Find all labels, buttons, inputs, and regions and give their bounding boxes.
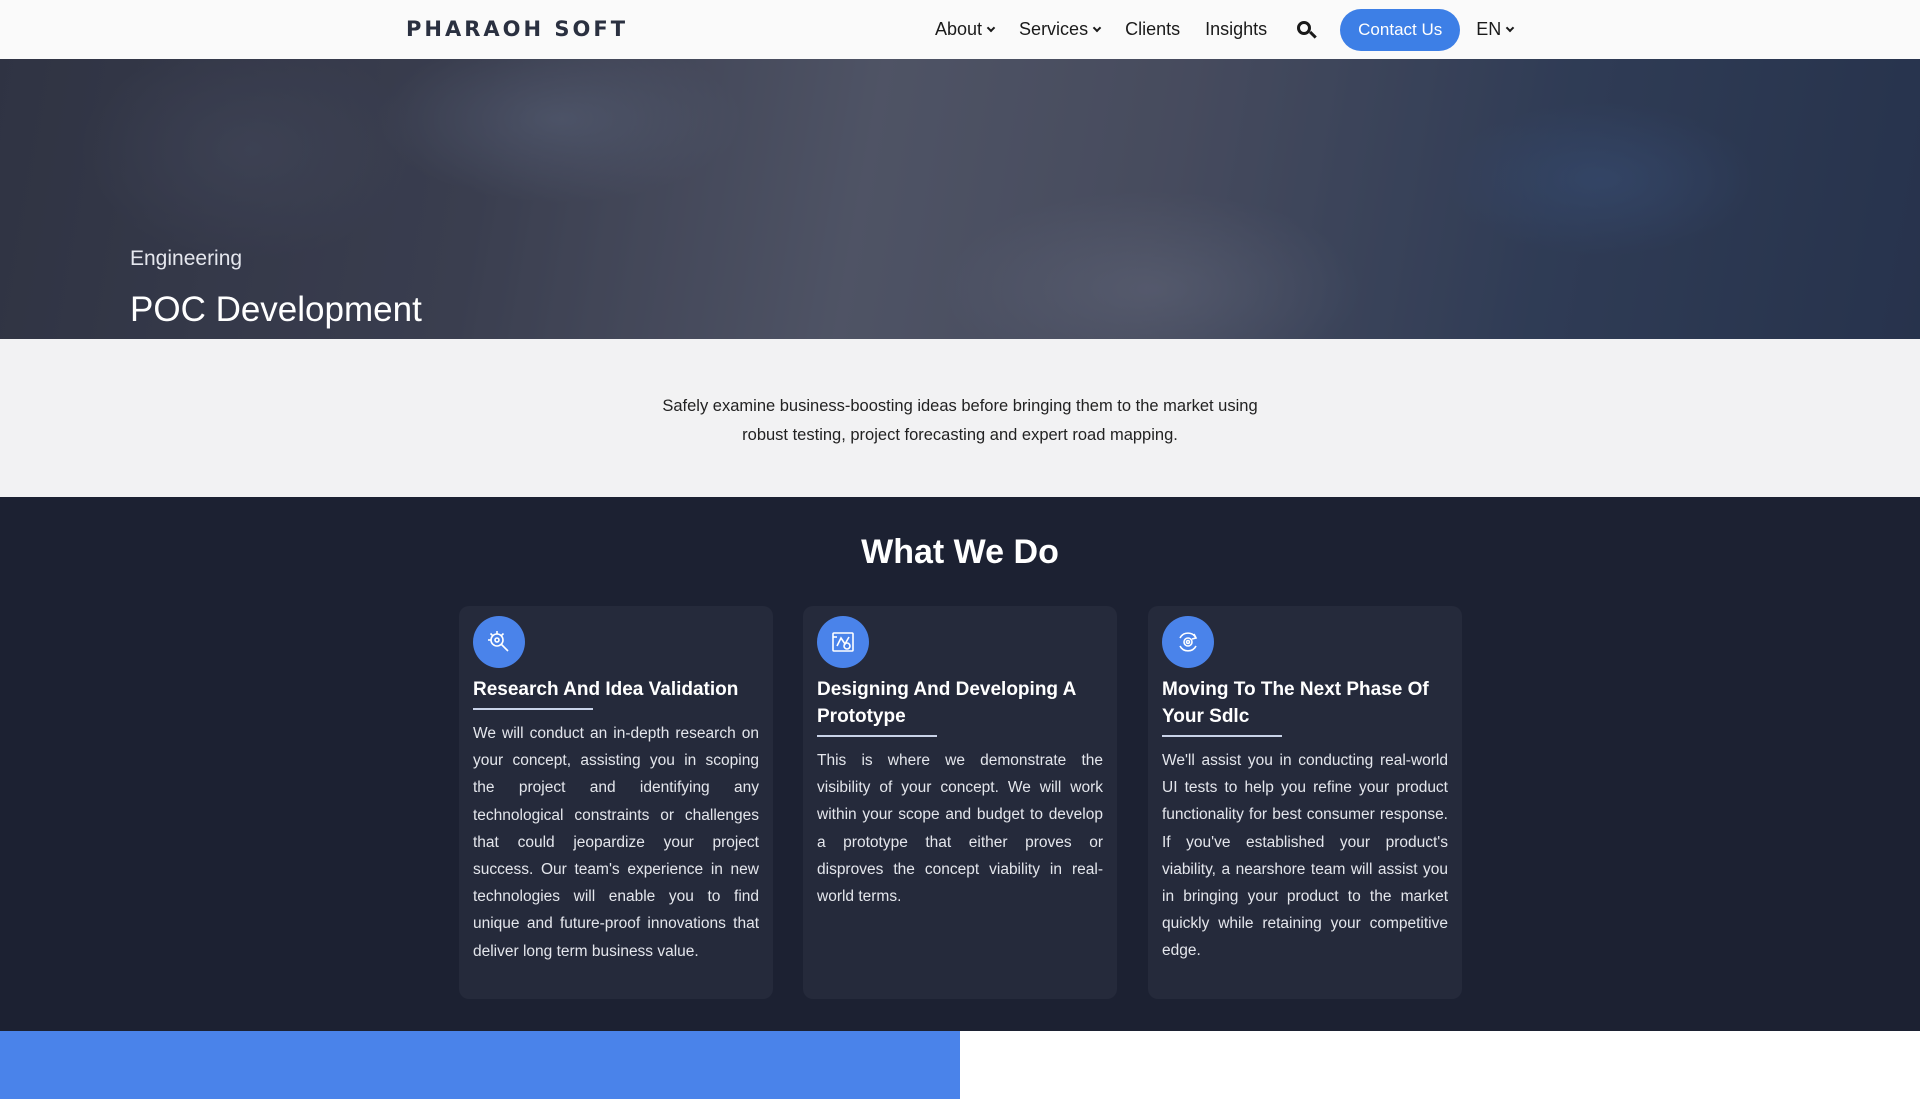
top-navbar: PHARAOH SOFT About Services Clients Insi… bbox=[0, 0, 1920, 59]
card-text: This is where we demonstrate the visibil… bbox=[817, 752, 1103, 906]
bottom-white-panel bbox=[960, 1031, 1920, 1099]
page-title: POC Development bbox=[130, 290, 422, 329]
nav-item-label: Clients bbox=[1125, 19, 1181, 39]
nav-item-services[interactable]: Services bbox=[1019, 19, 1102, 40]
chevron-down-icon bbox=[1092, 23, 1102, 32]
intro-text: Safely examine business-boosting ideas b… bbox=[662, 397, 1258, 444]
chevron-down-icon bbox=[986, 23, 996, 32]
search-icon[interactable] bbox=[1297, 20, 1317, 39]
research-gear-icon bbox=[473, 616, 525, 668]
bottom-blue-panel bbox=[0, 1031, 960, 1099]
intro-section: Safely examine business-boosting ideas b… bbox=[0, 339, 1920, 497]
title-underline bbox=[473, 708, 593, 710]
prototype-blueprint-icon bbox=[817, 616, 869, 668]
title-underline bbox=[1162, 735, 1282, 737]
card-title: Research And Idea Validation bbox=[473, 676, 763, 710]
hero-banner: Engineering POC Development bbox=[0, 59, 1920, 339]
card-title: Designing And Developing A Prototype bbox=[817, 676, 1107, 737]
nav-item-clients[interactable]: Clients bbox=[1125, 19, 1180, 40]
logo[interactable]: PHARAOH SOFT bbox=[406, 17, 628, 41]
nav-item-label: About bbox=[935, 19, 983, 39]
card-title: Moving To The Next Phase Of Your Sdlc bbox=[1162, 676, 1452, 737]
nav-item-insights[interactable]: Insights bbox=[1205, 19, 1267, 40]
nav-item-label: Insights bbox=[1205, 19, 1268, 39]
nav-item-label: Services bbox=[1019, 19, 1089, 39]
hero-category: Engineering bbox=[130, 247, 243, 270]
chevron-down-icon bbox=[1506, 23, 1515, 32]
service-card-research: Research And Idea Validation We will con… bbox=[459, 606, 773, 999]
cycle-target-icon bbox=[1162, 616, 1214, 668]
language-selector[interactable]: EN bbox=[1476, 19, 1515, 40]
card-text: We'll assist you in conducting real-worl… bbox=[1162, 752, 1448, 960]
nav-item-about[interactable]: About bbox=[935, 19, 996, 40]
service-card-prototype: Designing And Developing A Prototype Thi… bbox=[803, 606, 1117, 999]
what-we-do-section: What We Do Research And Idea Validation … bbox=[0, 497, 1920, 1031]
section-title: What We Do bbox=[861, 533, 1059, 571]
nav-menu: About Services Clients Insights Contact … bbox=[935, 0, 1515, 59]
title-underline bbox=[817, 735, 937, 737]
service-card-next-phase: Moving To The Next Phase Of Your Sdlc We… bbox=[1148, 606, 1462, 999]
language-label: EN bbox=[1476, 19, 1502, 39]
contact-us-button[interactable]: Contact Us bbox=[1340, 8, 1461, 51]
card-text: We will conduct an in-depth research on … bbox=[473, 725, 759, 960]
